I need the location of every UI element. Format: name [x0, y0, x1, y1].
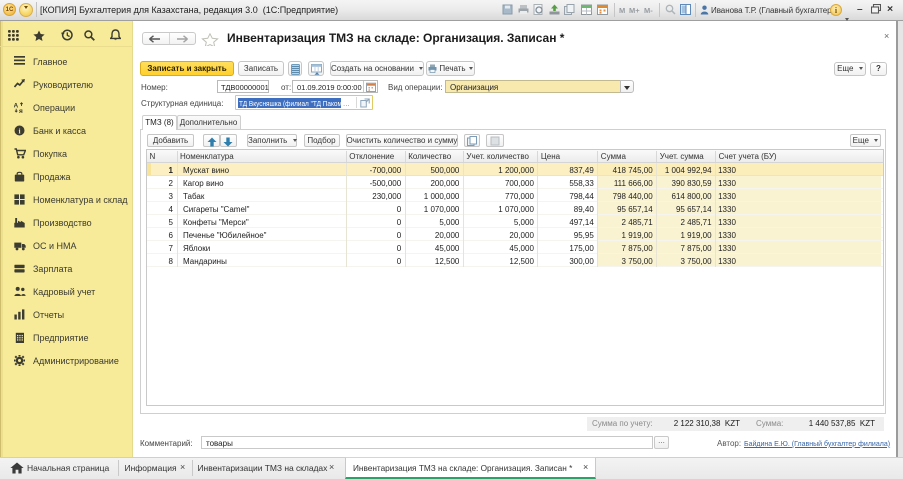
svg-text:А: А	[14, 102, 19, 109]
svg-text:i: i	[18, 126, 20, 135]
svg-text:я: я	[19, 108, 23, 113]
